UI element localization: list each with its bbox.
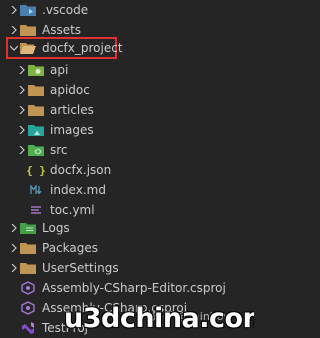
vscode-folder-icon xyxy=(20,0,36,20)
markdown-file-icon xyxy=(28,180,44,200)
watermark-text: u3dchina.com xyxy=(64,303,254,334)
yaml-file-icon xyxy=(28,200,44,220)
folder-open-icon xyxy=(20,38,36,58)
logs-folder-icon xyxy=(20,218,36,238)
tree-item-index-md[interactable]: index.md xyxy=(0,180,256,200)
tree-item-api[interactable]: api xyxy=(0,60,256,80)
chevron-down-icon[interactable] xyxy=(8,38,20,58)
tree-item-assembly-csharp-editor-csproj[interactable]: Assembly-CSharp-Editor.csproj xyxy=(0,278,256,298)
images-folder-icon xyxy=(28,120,44,140)
chevron-right-icon[interactable] xyxy=(8,0,20,20)
tree-item-label: toc.yml xyxy=(50,203,95,217)
tree-item-label: index.md xyxy=(50,183,106,197)
tree-item-docfx-json[interactable]: { } docfx.json xyxy=(0,160,256,180)
tree-item-label: src xyxy=(50,143,68,157)
tree-item-label: UserSettings xyxy=(42,261,119,275)
tree-item-label: api xyxy=(50,63,69,77)
csproj-file-icon xyxy=(20,278,36,298)
tree-item-label: images xyxy=(50,123,94,137)
chevron-right-icon[interactable] xyxy=(16,140,28,160)
tree-item-docfx-project[interactable]: docfx_project xyxy=(0,38,256,58)
chevron-right-icon[interactable] xyxy=(8,238,20,258)
tree-item-images[interactable]: images xyxy=(0,120,256,140)
tree-item-logs[interactable]: Logs xyxy=(0,218,256,238)
tree-item-src[interactable]: src xyxy=(0,140,256,160)
csproj-file-icon xyxy=(20,298,36,318)
tree-item-label: apidoc xyxy=(50,83,90,97)
tree-item-apidoc[interactable]: apidoc xyxy=(0,80,256,100)
tree-item-label: Logs xyxy=(42,221,70,235)
api-folder-icon xyxy=(28,60,44,80)
tree-item-articles[interactable]: articles xyxy=(0,100,256,120)
tree-item-label: docfx.json xyxy=(50,163,112,177)
folder-icon xyxy=(20,258,36,278)
tree-item-vscode[interactable]: .vscode xyxy=(0,0,256,20)
chevron-right-icon[interactable] xyxy=(16,60,28,80)
folder-icon xyxy=(28,80,44,100)
tree-item-label: Packages xyxy=(42,241,98,255)
chevron-right-icon[interactable] xyxy=(8,258,20,278)
chevron-right-icon[interactable] xyxy=(8,218,20,238)
chevron-right-icon[interactable] xyxy=(16,100,28,120)
folder-icon xyxy=(20,238,36,258)
tree-item-usersettings[interactable]: UserSettings xyxy=(0,258,256,278)
tree-item-packages[interactable]: Packages xyxy=(0,238,256,258)
tree-item-label: articles xyxy=(50,103,94,117)
folder-icon xyxy=(28,100,44,120)
chevron-right-icon[interactable] xyxy=(16,80,28,100)
sln-file-icon xyxy=(20,318,36,338)
src-folder-icon xyxy=(28,140,44,160)
tree-item-label: .vscode xyxy=(42,3,89,17)
chevron-right-icon[interactable] xyxy=(16,120,28,140)
tree-item-toc-yml[interactable]: toc.yml xyxy=(0,200,256,220)
tree-item-label: Assembly-CSharp-Editor.csproj xyxy=(42,281,226,295)
json-file-icon: { } xyxy=(26,163,46,177)
tree-item-label: docfx_project xyxy=(42,41,123,55)
